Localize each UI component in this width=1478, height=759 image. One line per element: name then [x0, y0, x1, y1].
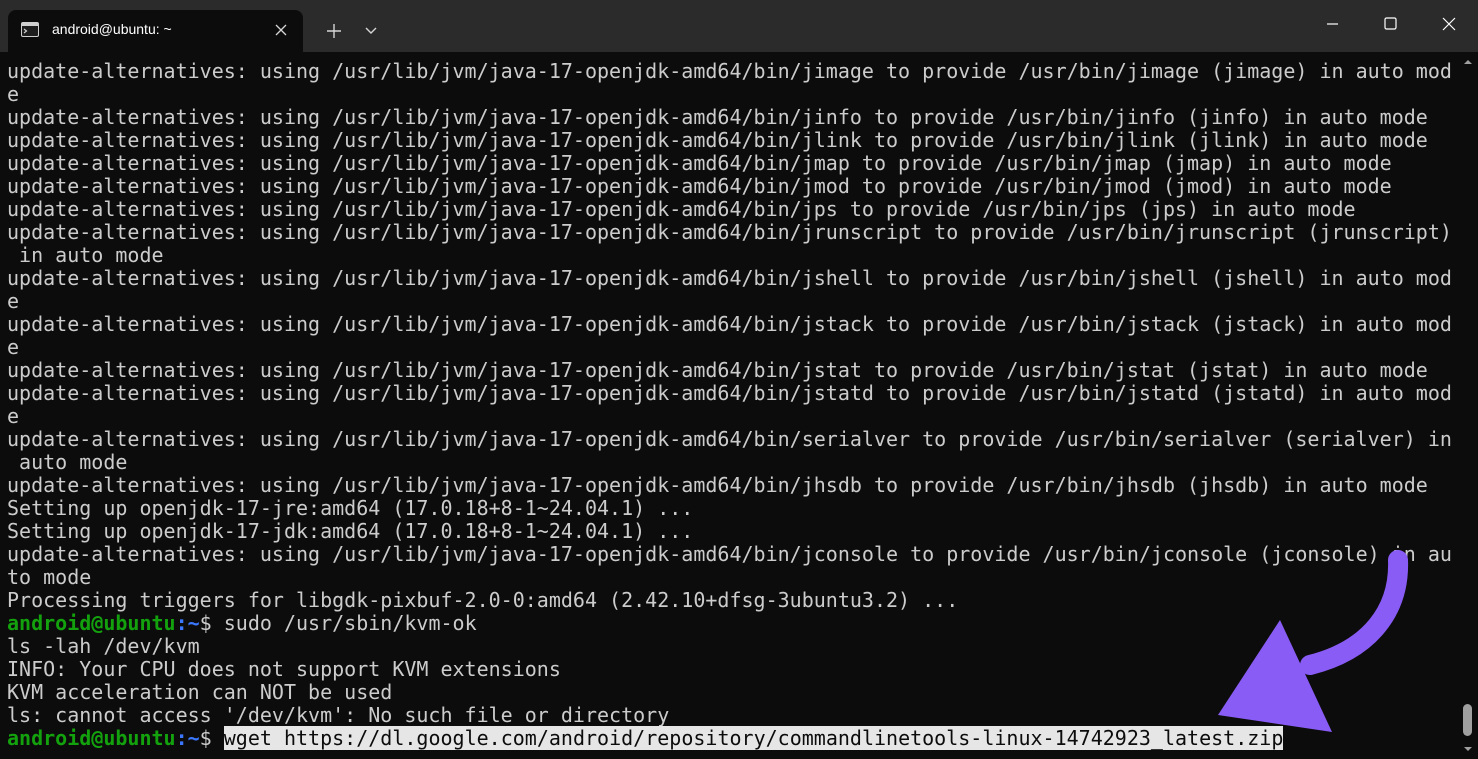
output-line: update-alternatives: using /usr/lib/jvm/…	[7, 151, 1392, 175]
output-line: e	[7, 289, 20, 313]
prompt-path: :~	[175, 726, 200, 750]
terminal-icon	[21, 22, 39, 37]
output-line: update-alternatives: using /usr/lib/jvm/…	[7, 105, 1428, 129]
prompt-symbol: $	[199, 611, 224, 635]
terminal-window: android@ubuntu: ~ update-alternatives: u…	[0, 0, 1478, 759]
output-line: update-alternatives: using /usr/lib/jvm/…	[7, 220, 1452, 244]
maximize-icon[interactable]	[1361, 0, 1419, 50]
output-line: update-alternatives: using /usr/lib/jvm/…	[7, 381, 1452, 405]
prompt-line: android@ubuntu:~$ sudo /usr/sbin/kvm-ok	[7, 612, 1452, 635]
output-line: update-alternatives: using /usr/lib/jvm/…	[7, 266, 1452, 290]
tab-title: android@ubuntu: ~	[52, 21, 172, 37]
prompt-path: :~	[175, 611, 200, 635]
output-line: update-alternatives: using /usr/lib/jvm/…	[7, 59, 1452, 83]
prompt-symbol: $	[199, 726, 224, 750]
scroll-thumb[interactable]	[1463, 704, 1472, 736]
scroll-up-arrow-icon[interactable]	[1458, 54, 1478, 70]
scroll-down-arrow-icon[interactable]	[1458, 741, 1478, 757]
output-line: e	[7, 335, 20, 359]
output-line: to mode	[7, 565, 92, 589]
output-line: update-alternatives: using /usr/lib/jvm/…	[7, 542, 1452, 566]
plus-icon[interactable]	[316, 17, 352, 45]
prompt-user-host: android@ubuntu	[7, 611, 176, 635]
output-line: update-alternatives: using /usr/lib/jvm/…	[7, 312, 1452, 336]
terminal-output: update-alternatives: using /usr/lib/jvm/…	[7, 60, 1452, 750]
output-line: update-alternatives: using /usr/lib/jvm/…	[7, 174, 1392, 198]
output-line: Setting up openjdk-17-jre:amd64 (17.0.18…	[7, 496, 694, 520]
output-line: ls: cannot access '/dev/kvm': No such fi…	[7, 703, 670, 727]
vertical-scrollbar[interactable]	[1458, 52, 1478, 759]
tab-android-ubuntu[interactable]: android@ubuntu: ~	[8, 10, 303, 52]
prompt-user-host: android@ubuntu	[7, 726, 176, 750]
output-line: INFO: Your CPU does not support KVM exte…	[7, 657, 561, 681]
output-line: e	[7, 82, 20, 106]
output-line: Processing triggers for libgdk-pixbuf-2.…	[7, 588, 959, 612]
output-line: in auto mode	[7, 243, 164, 267]
output-line: ls -lah /dev/kvm	[7, 634, 200, 658]
output-line: update-alternatives: using /usr/lib/jvm/…	[7, 197, 1356, 221]
output-line: KVM acceleration can NOT be used	[7, 680, 393, 704]
output-line: Setting up openjdk-17-jdk:amd64 (17.0.18…	[7, 519, 694, 543]
output-line: e	[7, 404, 20, 428]
terminal-pane[interactable]: update-alternatives: using /usr/lib/jvm/…	[0, 52, 1458, 759]
close-icon[interactable]	[1420, 0, 1478, 50]
chevron-down-icon[interactable]	[354, 17, 390, 45]
output-line: update-alternatives: using /usr/lib/jvm/…	[7, 427, 1452, 451]
title-bar[interactable]: android@ubuntu: ~	[0, 0, 1478, 52]
output-line: auto mode	[7, 450, 128, 474]
output-line: update-alternatives: using /usr/lib/jvm/…	[7, 473, 1428, 497]
prompt-line[interactable]: android@ubuntu:~$ wget https://dl.google…	[7, 726, 1452, 750]
selected-command-text[interactable]: wget https://dl.google.com/android/repos…	[223, 726, 1284, 750]
close-icon[interactable]	[273, 22, 289, 38]
command-text: sudo /usr/sbin/kvm-ok	[223, 611, 477, 635]
output-line: update-alternatives: using /usr/lib/jvm/…	[7, 358, 1428, 382]
output-line: update-alternatives: using /usr/lib/jvm/…	[7, 128, 1428, 152]
minimize-icon[interactable]	[1303, 0, 1361, 50]
